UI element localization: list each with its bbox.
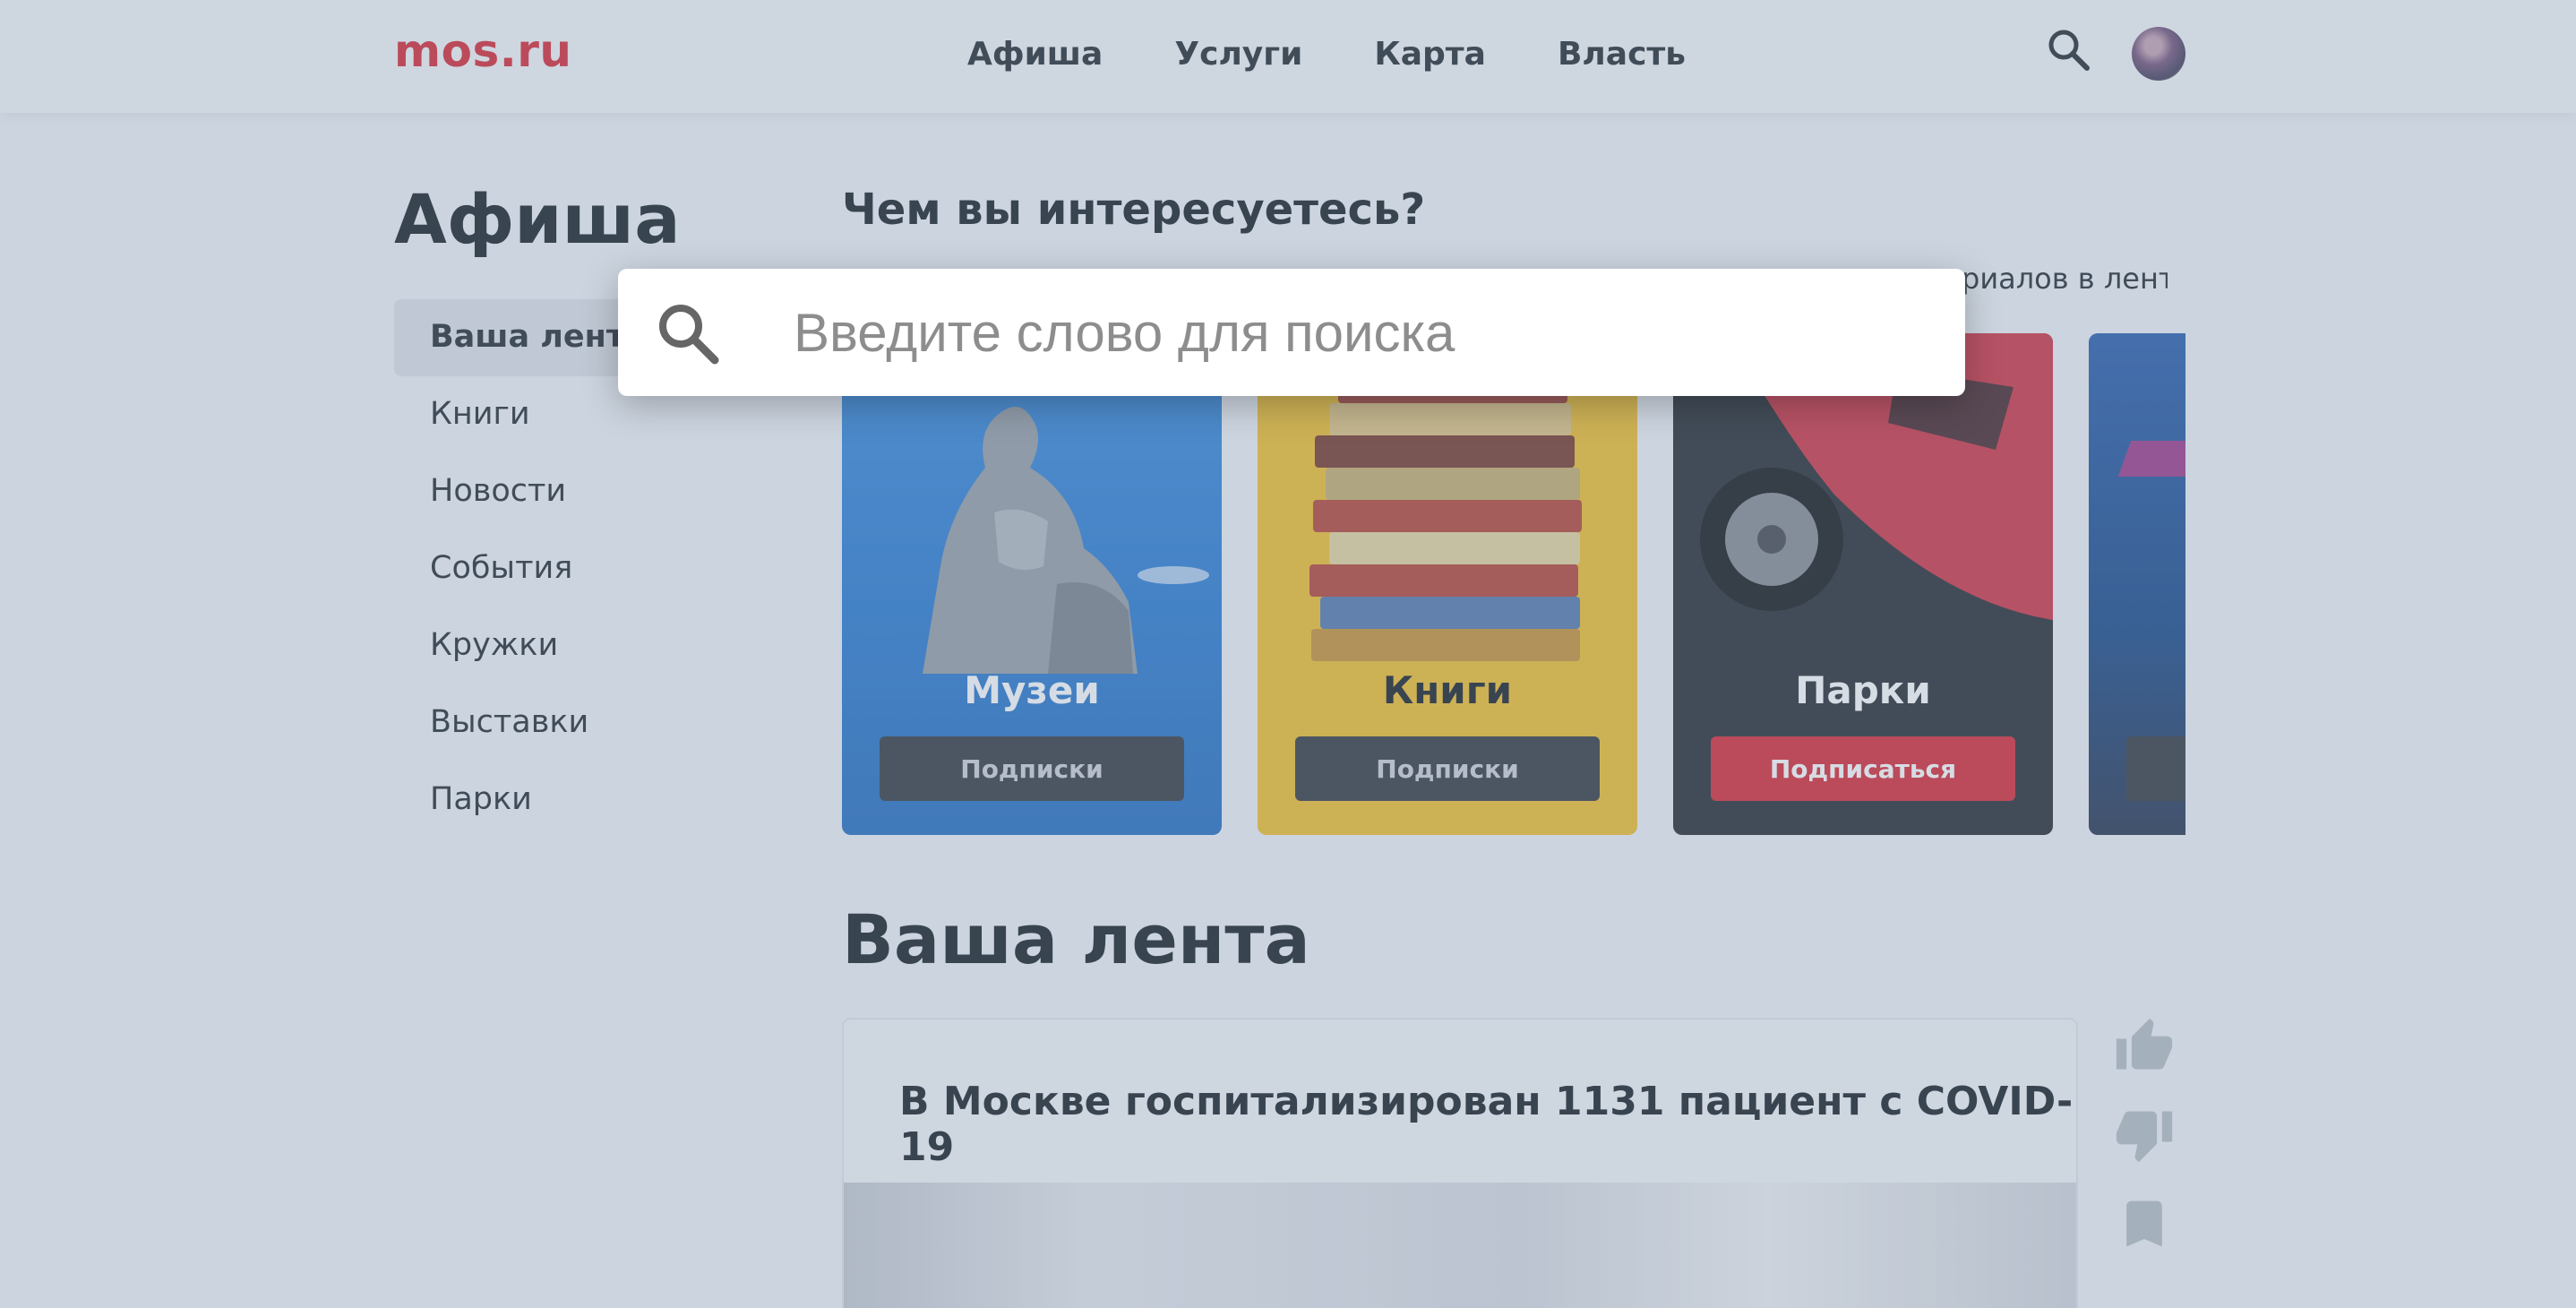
search-icon: [659, 305, 719, 365]
modal-overlay[interactable]: [0, 0, 2576, 1308]
search-input[interactable]: [794, 287, 1922, 378]
search-dialog: [618, 269, 1965, 396]
